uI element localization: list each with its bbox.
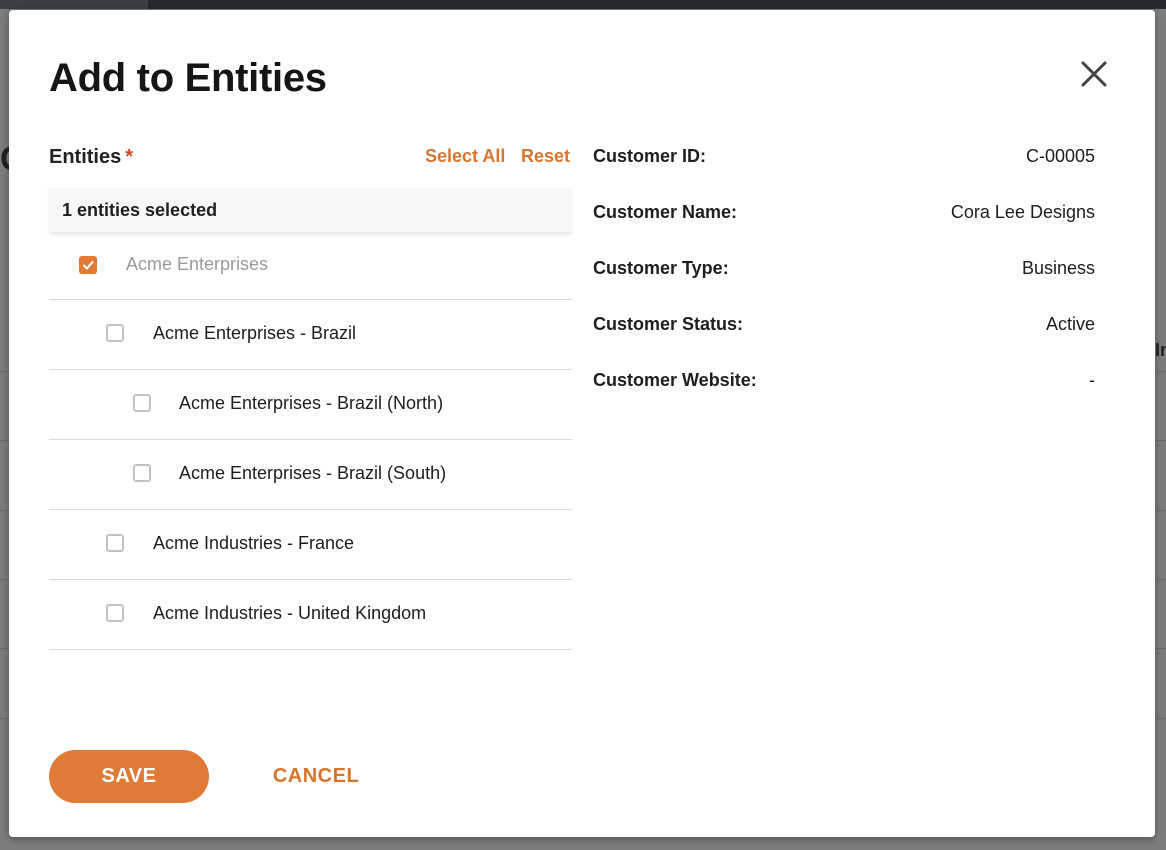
required-mark: * — [125, 146, 134, 168]
background-column-fragment: In — [1155, 340, 1166, 360]
detail-key: Customer Name: — [593, 202, 738, 222]
entities-label: Entities * — [49, 146, 133, 169]
entity-label: Acme Industries - France — [153, 533, 355, 553]
modal-title: Add to Entities — [49, 56, 327, 100]
save-button[interactable]: SAVE — [49, 750, 209, 803]
customer-id-row: Customer ID: C-00005 — [593, 146, 1095, 202]
background-tab — [0, 0, 148, 9]
entity-label: Acme Enterprises - Brazil (South) — [179, 463, 447, 483]
customer-name-row: Customer Name: Cora Lee Designs — [593, 202, 1095, 258]
detail-value: Business — [1021, 258, 1095, 278]
add-to-entities-modal: Add to Entities Entities * Select All Res… — [9, 10, 1155, 837]
entity-checkbox-checked[interactable] — [79, 256, 97, 274]
select-all-link[interactable]: Select All — [425, 146, 505, 167]
detail-key: Customer Status: — [593, 314, 744, 334]
entities-label-text: Entities — [49, 146, 122, 168]
entity-label: Acme Enterprises - Brazil (North) — [179, 393, 444, 413]
background-divider — [0, 718, 9, 719]
background-divider — [1156, 440, 1166, 441]
customer-website-row: Customer Website: - — [593, 370, 1095, 426]
entity-checkbox[interactable] — [133, 464, 151, 482]
background-top-bar — [0, 0, 1166, 9]
reset-link[interactable]: Reset — [521, 146, 570, 167]
detail-value: C-00005 — [1025, 146, 1095, 166]
entity-row-acme-industries-united-kingdom[interactable]: Acme Industries - United Kingdom — [49, 580, 572, 650]
checkmark-icon — [83, 261, 94, 270]
background-divider — [1156, 510, 1166, 511]
close-button[interactable] — [1078, 58, 1110, 90]
entity-row-acme-enterprises[interactable]: Acme Enterprises — [49, 232, 572, 300]
detail-value: Active — [1045, 314, 1095, 334]
detail-value: - — [1089, 370, 1095, 390]
entity-checkbox[interactable] — [106, 604, 124, 622]
background-divider — [1156, 648, 1166, 649]
entity-checkbox[interactable] — [106, 324, 124, 342]
background-divider — [0, 440, 9, 441]
detail-key: Customer Website: — [593, 370, 757, 390]
detail-key: Customer ID: — [593, 146, 707, 166]
selection-summary-text: 1 entities selected — [62, 200, 218, 220]
background-divider — [1156, 579, 1166, 580]
entity-row-acme-industries-france[interactable]: Acme Industries - France — [49, 510, 572, 580]
background-divider — [0, 371, 9, 372]
background-divider — [0, 510, 9, 511]
customer-type-row: Customer Type: Business — [593, 258, 1095, 314]
background-divider — [0, 648, 9, 649]
entity-label: Acme Enterprises - Brazil — [153, 323, 357, 343]
entity-row-acme-enterprises-brazil-south[interactable]: Acme Enterprises - Brazil (South) — [49, 440, 572, 510]
entity-row-acme-enterprises-brazil[interactable]: Acme Enterprises - Brazil — [49, 300, 572, 370]
entity-tree: Acme Enterprises Acme Enterprises - Braz… — [49, 232, 572, 650]
entity-checkbox[interactable] — [133, 394, 151, 412]
detail-value: Cora Lee Designs — [950, 202, 1095, 222]
close-icon — [1081, 61, 1107, 87]
background-divider — [1156, 371, 1166, 372]
customer-status-row: Customer Status: Active — [593, 314, 1095, 370]
background-divider — [1156, 718, 1166, 719]
entity-label: Acme Enterprises — [126, 254, 269, 274]
entity-row-acme-enterprises-brazil-north[interactable]: Acme Enterprises - Brazil (North) — [49, 370, 572, 440]
selection-summary-bar: 1 entities selected — [49, 188, 572, 232]
entity-checkbox[interactable] — [106, 534, 124, 552]
background-divider — [0, 579, 9, 580]
detail-key: Customer Type: — [593, 258, 729, 278]
customer-details: Customer ID: C-00005 Customer Name: Cora… — [593, 146, 1095, 426]
entity-label: Acme Industries - United Kingdom — [153, 603, 427, 623]
cancel-button[interactable]: CANCEL — [253, 750, 379, 803]
